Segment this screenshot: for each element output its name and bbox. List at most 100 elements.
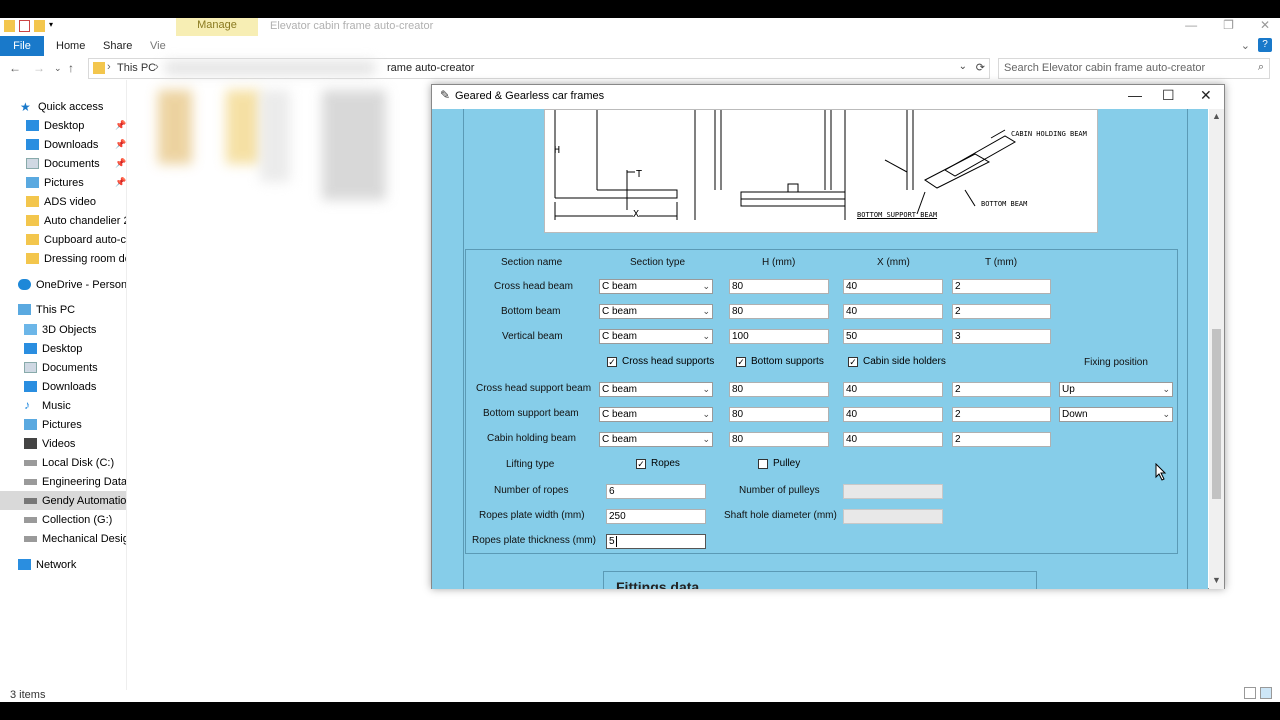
search-box[interactable]: Search Elevator cabin frame auto-creator…	[998, 58, 1270, 79]
number-of-pulleys-input[interactable]	[843, 484, 943, 499]
nav-this-pc[interactable]: This PC	[0, 300, 126, 319]
recent-dropdown-icon[interactable]: ⌄	[54, 63, 62, 74]
nav-item-downloads[interactable]: Downloads	[0, 377, 126, 396]
nav-item-pictures[interactable]: Pictures 📌	[0, 173, 126, 192]
nav-item-drive-g[interactable]: Collection (G:)	[0, 510, 126, 529]
nav-item-documents[interactable]: Documents 📌	[0, 154, 126, 173]
new-folder-icon[interactable]	[34, 20, 45, 32]
back-arrow-icon[interactable]: ←	[9, 61, 21, 75]
fixing-position-select[interactable]: Down ⌄	[1059, 407, 1173, 422]
nav-item-downloads[interactable]: Downloads 📌	[0, 135, 126, 154]
h-input[interactable]: 80	[729, 304, 829, 319]
nav-onedrive[interactable]: OneDrive - Personal	[0, 275, 126, 294]
search-icon[interactable]: ⌕	[1258, 61, 1264, 74]
nav-item-videos[interactable]: Videos	[0, 434, 126, 453]
h-input[interactable]: 80	[729, 382, 829, 397]
properties-icon[interactable]	[19, 20, 30, 32]
nav-network[interactable]: Network	[0, 555, 126, 574]
cabin-side-holders-checkbox[interactable]: ✓ Cabin side holders	[848, 356, 946, 367]
details-view-icon[interactable]	[1244, 687, 1256, 699]
nav-item-drive-selected[interactable]: Gendy Automation	[0, 491, 126, 510]
scroll-up-icon[interactable]: ▲	[1212, 111, 1221, 121]
pin-icon[interactable]: 📌	[115, 158, 126, 169]
pin-icon[interactable]: 📌	[115, 177, 126, 188]
address-bar[interactable]: › This PC › rame auto-creator ⌄ ⟳	[88, 58, 990, 79]
close-icon[interactable]: ✕	[1200, 87, 1212, 104]
section-type-select[interactable]: C beam ⌄	[599, 304, 713, 319]
nav-item-folder[interactable]: Dressing room desi	[0, 249, 126, 268]
up-arrow-icon[interactable]: ↑	[68, 61, 74, 75]
nav-item-folder[interactable]: Auto chandelier 2d	[0, 211, 126, 230]
cross-head-supports-checkbox[interactable]: ✓ Cross head supports	[607, 356, 714, 367]
nav-item-desktop[interactable]: Desktop	[0, 339, 126, 358]
forward-arrow-icon[interactable]: →	[33, 61, 45, 75]
fixing-position-select[interactable]: Up ⌄	[1059, 382, 1173, 397]
large-icons-view-icon[interactable]	[1260, 687, 1272, 699]
x-input[interactable]: 40	[843, 432, 943, 447]
blurred-file[interactable]	[158, 90, 192, 164]
t-input[interactable]: 2	[952, 304, 1051, 319]
h-input[interactable]: 100	[729, 329, 829, 344]
section-type-select[interactable]: C beam ⌄	[599, 432, 713, 447]
ropes-plate-thickness-input[interactable]: 5	[606, 534, 706, 549]
close-icon[interactable]: ✕	[1260, 18, 1270, 32]
h-input[interactable]: 80	[729, 279, 829, 294]
number-of-ropes-input[interactable]: 6	[606, 484, 706, 499]
chevron-down-icon[interactable]: ▾	[49, 20, 57, 32]
ropes-checkbox[interactable]: ✓ Ropes	[636, 458, 680, 469]
bottom-supports-checkbox[interactable]: ✓ Bottom supports	[736, 356, 824, 367]
file-tab[interactable]: File	[0, 36, 44, 56]
breadcrumb-current[interactable]: rame auto-creator	[387, 62, 474, 74]
minimize-icon[interactable]: —	[1185, 18, 1197, 32]
section-type-select[interactable]: C beam ⌄	[599, 382, 713, 397]
breadcrumb-this-pc[interactable]: This PC	[117, 62, 156, 74]
view-tab[interactable]: Vie	[150, 36, 166, 56]
section-type-select[interactable]: C beam ⌄	[599, 279, 713, 294]
manage-tab[interactable]: Manage	[176, 18, 258, 36]
t-input[interactable]: 2	[952, 407, 1051, 422]
vertical-scrollbar[interactable]: ▲ ▼	[1209, 109, 1224, 589]
chevron-down-icon[interactable]: ⌄	[959, 61, 967, 72]
nav-item-drive-mech[interactable]: Mechanical Design	[0, 529, 126, 548]
t-input[interactable]: 2	[952, 432, 1051, 447]
x-input[interactable]: 40	[843, 382, 943, 397]
t-input[interactable]: 2	[952, 382, 1051, 397]
minimize-icon[interactable]: —	[1128, 87, 1142, 103]
nav-item-drive-d[interactable]: Engineering Data (D	[0, 472, 126, 491]
folder-icon[interactable]	[4, 20, 15, 32]
pin-icon[interactable]: 📌	[115, 139, 126, 150]
t-input[interactable]: 2	[952, 279, 1051, 294]
nav-quick-access[interactable]: ★ Quick access	[0, 97, 126, 116]
blurred-file[interactable]	[322, 90, 386, 200]
x-input[interactable]: 50	[843, 329, 943, 344]
shaft-hole-diameter-input[interactable]	[843, 509, 943, 524]
section-type-select[interactable]: C beam ⌄	[599, 407, 713, 422]
pulley-checkbox[interactable]: Pulley	[758, 458, 800, 469]
maximize-icon[interactable]: ☐	[1162, 87, 1175, 104]
home-tab[interactable]: Home	[56, 36, 85, 56]
nav-item-desktop[interactable]: Desktop 📌	[0, 116, 126, 135]
h-input[interactable]: 80	[729, 407, 829, 422]
t-input[interactable]: 3	[952, 329, 1051, 344]
x-input[interactable]: 40	[843, 279, 943, 294]
blurred-file[interactable]	[260, 90, 290, 182]
nav-item-folder[interactable]: Cupboard auto-crea	[0, 230, 126, 249]
h-input[interactable]: 80	[729, 432, 829, 447]
nav-item-folder[interactable]: ADS video	[0, 192, 126, 211]
expand-ribbon-icon[interactable]: ⌄	[1241, 39, 1250, 52]
blurred-file[interactable]	[226, 90, 260, 164]
nav-item-drive-c[interactable]: Local Disk (C:)	[0, 453, 126, 472]
section-type-select[interactable]: C beam ⌄	[599, 329, 713, 344]
nav-item-pictures[interactable]: Pictures	[0, 415, 126, 434]
scrollbar-thumb[interactable]	[1212, 329, 1221, 499]
nav-item-music[interactable]: ♪ Music	[0, 396, 126, 415]
nav-item-3d-objects[interactable]: 3D Objects	[0, 320, 126, 339]
x-input[interactable]: 40	[843, 304, 943, 319]
restore-icon[interactable]: ❐	[1223, 18, 1234, 32]
scroll-down-icon[interactable]: ▼	[1212, 575, 1221, 585]
share-tab[interactable]: Share	[103, 36, 132, 56]
nav-item-documents[interactable]: Documents	[0, 358, 126, 377]
help-icon[interactable]: ?	[1258, 38, 1272, 52]
ropes-plate-width-input[interactable]: 250	[606, 509, 706, 524]
x-input[interactable]: 40	[843, 407, 943, 422]
